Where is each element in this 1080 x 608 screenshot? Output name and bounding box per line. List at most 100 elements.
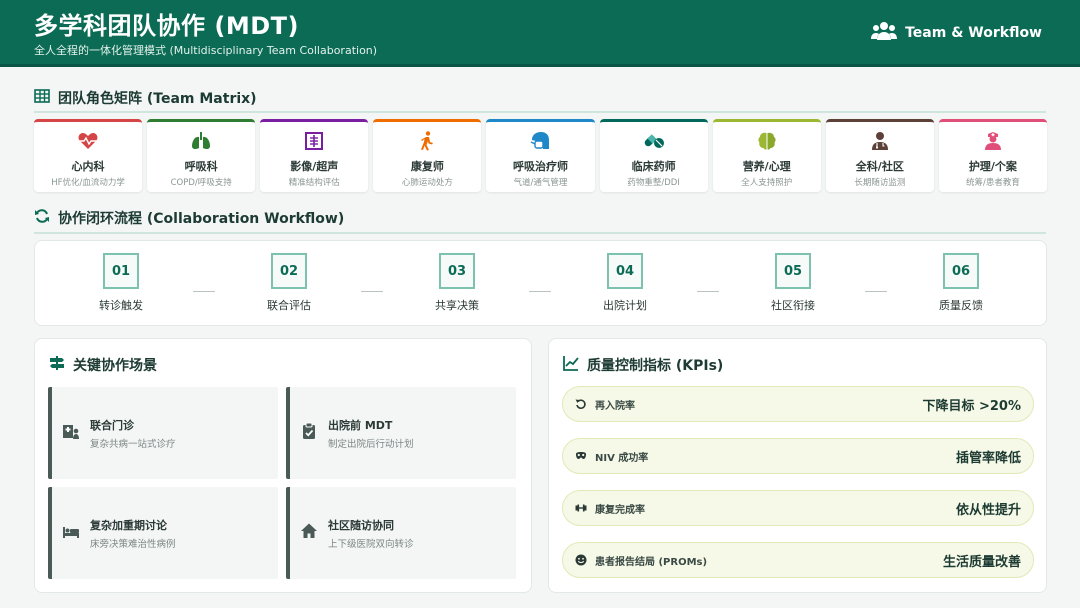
kpi-title: 质量控制指标 (KPIs) bbox=[563, 355, 723, 375]
role-name: 康复师 bbox=[410, 160, 444, 173]
team-matrix: 心内科 HF优化/血流动力学 呼吸科 COPD/呼吸支持 影像/超声 精准结构评… bbox=[34, 119, 1047, 192]
kpi-name: 再入院率 bbox=[595, 400, 635, 412]
role-desc: 精准结构评估 bbox=[288, 178, 340, 188]
role-desc: 药物重整/DDI bbox=[627, 178, 680, 188]
workflow-step[interactable]: 06 质量反馈 bbox=[916, 253, 1006, 313]
role-card-respiratory-therapist[interactable]: 呼吸治疗师 气道/通气管理 bbox=[486, 119, 595, 192]
scenario-desc: 制定出院后行动计划 bbox=[328, 438, 414, 450]
role-name: 影像/超声 bbox=[290, 160, 339, 173]
brain-icon bbox=[756, 130, 778, 152]
x-ray-icon bbox=[303, 130, 325, 152]
step-number: 01 bbox=[103, 253, 139, 289]
scenario-card[interactable]: 出院前 MDT 制定出院后行动计划 bbox=[286, 387, 516, 479]
role-desc: 统筹/患者教育 bbox=[965, 178, 1020, 188]
workflow-step[interactable]: 01 转诊触发 bbox=[76, 253, 166, 313]
scenario-title: 社区随访协同 bbox=[328, 518, 394, 532]
workflow-step[interactable]: 04 出院计划 bbox=[580, 253, 670, 313]
role-name: 护理/个案 bbox=[968, 160, 1017, 173]
scenario-card[interactable]: 社区随访协同 上下级医院双向转诊 bbox=[286, 487, 516, 579]
step-label: 共享决策 bbox=[435, 299, 479, 312]
scenario-desc: 复杂共病一站式诊疗 bbox=[90, 438, 176, 450]
scenario-card[interactable]: 复杂加重期讨论 床旁决策难治性病例 bbox=[48, 487, 278, 579]
role-desc: 气道/通气管理 bbox=[513, 178, 568, 188]
step-number: 02 bbox=[271, 253, 307, 289]
page-title: 多学科团队协作 (MDT) bbox=[34, 12, 299, 40]
divider bbox=[34, 232, 1046, 234]
role-card-nutrition-psych[interactable]: 营养/心理 全人支持照护 bbox=[712, 119, 821, 192]
step-number: 04 bbox=[607, 253, 643, 289]
step-label: 转诊触发 bbox=[99, 299, 143, 312]
workflow-step[interactable]: 03 共享决策 bbox=[412, 253, 502, 313]
team-matrix-title: 团队角色矩阵 (Team Matrix) bbox=[34, 88, 257, 108]
role-card-cardiology[interactable]: 心内科 HF优化/血流动力学 bbox=[34, 119, 143, 192]
step-connector bbox=[697, 291, 719, 292]
role-card-imaging[interactable]: 影像/超声 精准结构评估 bbox=[260, 119, 369, 192]
kpi-name: 康复完成率 bbox=[595, 504, 645, 516]
divider bbox=[34, 111, 1046, 113]
step-label: 联合评估 bbox=[267, 299, 311, 312]
step-connector bbox=[193, 291, 215, 292]
signs-post-icon bbox=[49, 355, 65, 375]
role-card-nursing-case[interactable]: 护理/个案 统筹/患者教育 bbox=[938, 119, 1047, 192]
workflow-step[interactable]: 05 社区衔接 bbox=[748, 253, 838, 313]
scenario-card[interactable]: 联合门诊 复杂共病一站式诊疗 bbox=[48, 387, 278, 479]
kpi-value: 依从性提升 bbox=[955, 502, 1021, 518]
rotate-left-icon bbox=[575, 395, 595, 414]
step-connector bbox=[361, 291, 383, 292]
kpi-title-text: 质量控制指标 (KPIs) bbox=[587, 358, 724, 374]
kpi-value: 下降目标 >20% bbox=[922, 398, 1021, 414]
dumbbell-icon bbox=[575, 499, 595, 518]
smile-icon bbox=[575, 551, 595, 570]
role-desc: HF优化/血流动力学 bbox=[51, 178, 125, 188]
sync-icon bbox=[34, 208, 50, 228]
bed-icon bbox=[62, 522, 80, 544]
kpi-value: 插管率降低 bbox=[955, 450, 1021, 466]
step-label: 出院计划 bbox=[603, 299, 647, 312]
scenarios-title: 关键协作场景 bbox=[49, 355, 157, 375]
step-number: 05 bbox=[775, 253, 811, 289]
role-card-general-community[interactable]: 全科/社区 长期随访监测 bbox=[825, 119, 934, 192]
step-number: 06 bbox=[943, 253, 979, 289]
role-desc: 长期随访监测 bbox=[854, 178, 906, 188]
workflow-card: 01 转诊触发 02 联合评估 03 共享决策 04 出院计划 05 社区衔接 … bbox=[34, 240, 1047, 326]
scenario-title: 复杂加重期讨论 bbox=[90, 518, 167, 532]
role-name: 呼吸科 bbox=[184, 160, 218, 173]
pills-icon bbox=[643, 130, 665, 152]
kpi-row[interactable]: NIV 成功率 插管率降低 bbox=[562, 438, 1034, 474]
role-card-rehab[interactable]: 康复师 心肺运动处方 bbox=[373, 119, 482, 192]
scenario-desc: 上下级医院双向转诊 bbox=[328, 538, 414, 550]
scenarios-panel: 关键协作场景 联合门诊 复杂共病一站式诊疗 出院前 MDT 制定出院后行动计划 … bbox=[34, 338, 532, 593]
workflow-step[interactable]: 02 联合评估 bbox=[244, 253, 334, 313]
page-subtitle: 全人全程的一体化管理模式 (Multidisciplinary Team Col… bbox=[34, 44, 378, 57]
kpi-panel: 质量控制指标 (KPIs) 再入院率 下降目标 >20% NIV 成功率 插管率… bbox=[548, 338, 1047, 593]
user-doctor-icon bbox=[869, 130, 891, 152]
kpi-row[interactable]: 康复完成率 依从性提升 bbox=[562, 490, 1034, 526]
heart-pulse-icon bbox=[77, 130, 99, 152]
kpi-row[interactable]: 再入院率 下降目标 >20% bbox=[562, 386, 1034, 422]
header-badge: Team & Workflow bbox=[871, 20, 1042, 46]
user-nurse-icon bbox=[982, 130, 1004, 152]
role-card-pharmacist[interactable]: 临床药师 药物重整/DDI bbox=[599, 119, 708, 192]
hospital-user-icon bbox=[62, 422, 80, 444]
step-label: 质量反馈 bbox=[939, 299, 983, 312]
step-connector bbox=[529, 291, 551, 292]
clipboard-check-icon bbox=[300, 422, 318, 444]
chart-line-icon bbox=[563, 355, 579, 375]
mask-icon bbox=[575, 447, 595, 466]
role-name: 营养/心理 bbox=[742, 160, 791, 173]
kpi-value: 生活质量改善 bbox=[942, 554, 1021, 570]
kpi-row[interactable]: 患者报告结局 (PROMs) 生活质量改善 bbox=[562, 542, 1034, 578]
step-number: 03 bbox=[439, 253, 475, 289]
page-header: 多学科团队协作 (MDT) 全人全程的一体化管理模式 (Multidiscipl… bbox=[0, 0, 1080, 67]
house-icon bbox=[300, 522, 318, 544]
kpi-name: 患者报告结局 (PROMs) bbox=[595, 556, 708, 568]
step-connector bbox=[865, 291, 887, 292]
workflow-title: 协作闭环流程 (Collaboration Workflow) bbox=[34, 208, 344, 228]
role-desc: 心肺运动处方 bbox=[401, 178, 453, 188]
head-side-mask-icon bbox=[529, 130, 551, 152]
role-name: 呼吸治疗师 bbox=[512, 160, 568, 173]
scenario-title: 出院前 MDT bbox=[328, 418, 393, 432]
team-matrix-title-text: 团队角色矩阵 (Team Matrix) bbox=[58, 91, 257, 107]
role-card-respiratory[interactable]: 呼吸科 COPD/呼吸支持 bbox=[147, 119, 256, 192]
step-label: 社区衔接 bbox=[771, 299, 815, 312]
